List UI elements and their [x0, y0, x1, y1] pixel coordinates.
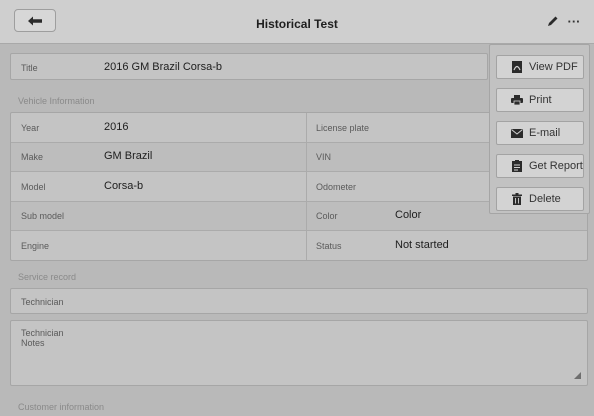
- make-field[interactable]: Make GM Brazil: [11, 142, 306, 171]
- view-pdf-button[interactable]: View PDF: [496, 55, 584, 79]
- get-report-button[interactable]: Get Report: [496, 154, 584, 178]
- odometer-label: Odometer: [316, 182, 357, 192]
- make-value: GM Brazil: [104, 150, 153, 162]
- delete-button[interactable]: Delete: [496, 187, 584, 211]
- report-icon: [511, 160, 523, 172]
- technician-label: Technician: [21, 297, 64, 307]
- delete-label: Delete: [529, 193, 561, 205]
- edit-icon[interactable]: [545, 13, 561, 29]
- make-label: Make: [21, 152, 44, 162]
- historical-test-screen: Historical Test ··· Title 2016 GM Brazil…: [0, 0, 594, 416]
- technician-notes-field[interactable]: Technician Notes: [10, 320, 588, 386]
- get-report-label: Get Report: [529, 160, 583, 172]
- pdf-icon: [511, 61, 523, 73]
- email-button[interactable]: E-mail: [496, 121, 584, 145]
- vin-label: VIN: [316, 152, 332, 162]
- technician-notes-label-line1: Technician: [21, 328, 64, 338]
- color-value: Color: [395, 209, 422, 221]
- year-value: 2016: [104, 121, 129, 133]
- sub-model-label: Sub model: [21, 211, 65, 221]
- technician-notes-label-line2: Notes: [21, 338, 45, 348]
- print-label: Print: [529, 94, 552, 106]
- service-record-heading: Service record: [18, 272, 77, 282]
- email-label: E-mail: [529, 127, 561, 139]
- model-field[interactable]: Model Corsa-b: [11, 171, 306, 201]
- title-field[interactable]: Title 2016 GM Brazil Corsa-b: [10, 53, 488, 80]
- year-field[interactable]: Year 2016: [11, 113, 306, 142]
- year-label: Year: [21, 123, 40, 133]
- status-field[interactable]: Status Not started: [307, 230, 587, 260]
- status-label: Status: [316, 241, 342, 251]
- title-value: 2016 GM Brazil Corsa-b: [104, 61, 222, 73]
- engine-field[interactable]: Engine: [11, 230, 306, 260]
- mail-icon: [511, 127, 523, 139]
- model-label: Model: [21, 182, 46, 192]
- more-options-icon[interactable]: ···: [565, 13, 583, 29]
- engine-label: Engine: [21, 241, 50, 251]
- license-plate-label: License plate: [316, 123, 370, 133]
- trash-icon: [511, 193, 523, 205]
- view-pdf-label: View PDF: [529, 61, 578, 73]
- print-button[interactable]: Print: [496, 88, 584, 112]
- vehicle-information-heading: Vehicle Information: [18, 96, 95, 106]
- title-label: Title: [21, 63, 38, 73]
- page-title: Historical Test: [256, 17, 338, 31]
- top-bar: Historical Test ···: [0, 0, 594, 44]
- status-value: Not started: [395, 239, 449, 251]
- customer-information-heading: Customer information: [18, 402, 105, 412]
- resize-handle-icon[interactable]: [574, 372, 581, 379]
- sub-model-field[interactable]: Sub model: [11, 201, 306, 230]
- color-label: Color: [316, 211, 338, 221]
- technician-field[interactable]: Technician: [10, 288, 588, 314]
- model-value: Corsa-b: [104, 180, 144, 192]
- more-options-menu: View PDF Print E-mail Get Report Delete: [489, 44, 590, 214]
- printer-icon: [511, 94, 523, 106]
